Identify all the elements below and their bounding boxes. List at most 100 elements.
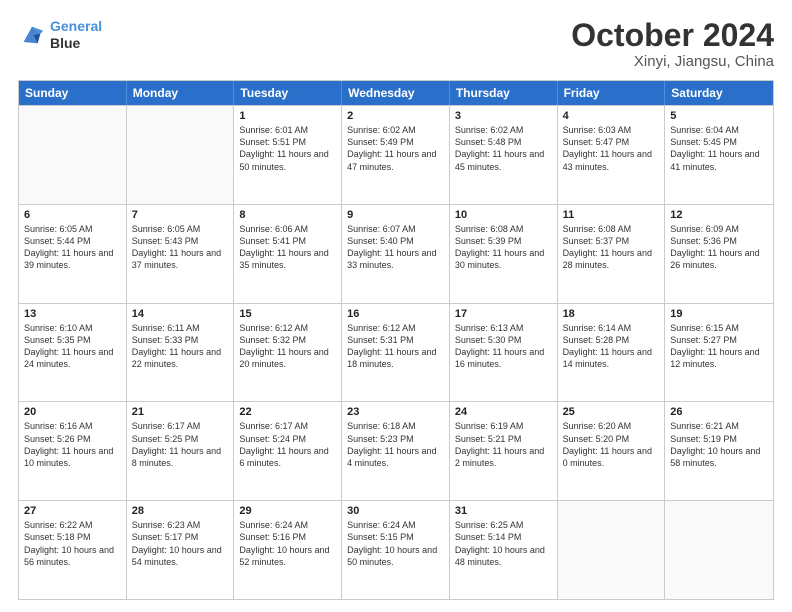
day-1: 1 Sunrise: 6:01 AM Sunset: 5:51 PM Daylig…	[234, 106, 342, 204]
day-info: Sunrise: 6:02 AM Sunset: 5:49 PM Dayligh…	[347, 124, 444, 173]
day-23: 23 Sunrise: 6:18 AM Sunset: 5:23 PM Dayli…	[342, 402, 450, 500]
day-6: 6Sunrise: 6:05 AM Sunset: 5:44 PM Daylig…	[19, 205, 127, 303]
day-info: Sunrise: 6:20 AM Sunset: 5:20 PM Dayligh…	[563, 420, 660, 469]
day-31: 31 Sunrise: 6:25 AM Sunset: 5:14 PM Dayli…	[450, 501, 558, 599]
day-27: 27 Sunrise: 6:22 AM Sunset: 5:18 PM Dayli…	[19, 501, 127, 599]
day-number: 4	[563, 110, 660, 122]
week-4: 20Sunrise: 6:16 AM Sunset: 5:26 PM Dayli…	[19, 401, 773, 500]
day-number: 29	[239, 505, 336, 517]
logo-text-line1: General	[50, 18, 102, 35]
day-29: 29 Sunrise: 6:24 AM Sunset: 5:16 PM Dayli…	[234, 501, 342, 599]
day-number: 16	[347, 308, 444, 320]
day-28: 28 Sunrise: 6:23 AM Sunset: 5:17 PM Dayli…	[127, 501, 235, 599]
day-info: Sunrise: 6:11 AM Sunset: 5:33 PM Dayligh…	[132, 322, 229, 371]
day-2: 2 Sunrise: 6:02 AM Sunset: 5:49 PM Daylig…	[342, 106, 450, 204]
empty-cell-w4-d5	[558, 501, 666, 599]
day-info: Sunrise: 6:19 AM Sunset: 5:21 PM Dayligh…	[455, 420, 552, 469]
day-info: Sunrise: 6:24 AM Sunset: 5:15 PM Dayligh…	[347, 519, 444, 568]
header-tuesday: Tuesday	[234, 81, 342, 105]
day-info: Sunrise: 6:05 AM Sunset: 5:44 PM Dayligh…	[24, 223, 121, 272]
logo: General Blue	[18, 18, 102, 52]
day-number: 15	[239, 308, 336, 320]
day-20: 20Sunrise: 6:16 AM Sunset: 5:26 PM Dayli…	[19, 402, 127, 500]
day-19: 19Sunrise: 6:15 AM Sunset: 5:27 PM Dayli…	[665, 304, 773, 402]
day-number: 26	[670, 406, 768, 418]
day-info: Sunrise: 6:07 AM Sunset: 5:40 PM Dayligh…	[347, 223, 444, 272]
calendar: Sunday Monday Tuesday Wednesday Thursday…	[18, 80, 774, 600]
day-26: 26 Sunrise: 6:21 AM Sunset: 5:19 PM Dayli…	[665, 402, 773, 500]
day-number: 27	[24, 505, 121, 517]
day-number: 19	[670, 308, 768, 320]
empty-cell-w0-d0	[19, 106, 127, 204]
day-13: 13Sunrise: 6:10 AM Sunset: 5:35 PM Dayli…	[19, 304, 127, 402]
day-18: 18Sunrise: 6:14 AM Sunset: 5:28 PM Dayli…	[558, 304, 666, 402]
header-friday: Friday	[558, 81, 666, 105]
day-number: 24	[455, 406, 552, 418]
empty-cell-w4-d6	[665, 501, 773, 599]
day-number: 28	[132, 505, 229, 517]
week-3: 13Sunrise: 6:10 AM Sunset: 5:35 PM Dayli…	[19, 303, 773, 402]
day-number: 13	[24, 308, 121, 320]
day-info: Sunrise: 6:05 AM Sunset: 5:43 PM Dayligh…	[132, 223, 229, 272]
day-info: Sunrise: 6:03 AM Sunset: 5:47 PM Dayligh…	[563, 124, 660, 173]
day-info: Sunrise: 6:01 AM Sunset: 5:51 PM Dayligh…	[239, 124, 336, 173]
header-thursday: Thursday	[450, 81, 558, 105]
day-number: 31	[455, 505, 552, 517]
day-info: Sunrise: 6:18 AM Sunset: 5:23 PM Dayligh…	[347, 420, 444, 469]
day-info: Sunrise: 6:16 AM Sunset: 5:26 PM Dayligh…	[24, 420, 121, 469]
day-info: Sunrise: 6:17 AM Sunset: 5:24 PM Dayligh…	[239, 420, 336, 469]
day-15: 15Sunrise: 6:12 AM Sunset: 5:32 PM Dayli…	[234, 304, 342, 402]
day-info: Sunrise: 6:21 AM Sunset: 5:19 PM Dayligh…	[670, 420, 768, 469]
day-number: 17	[455, 308, 552, 320]
title-block: October 2024 Xinyi, Jiangsu, China	[571, 18, 774, 70]
day-number: 14	[132, 308, 229, 320]
calendar-body: 1 Sunrise: 6:01 AM Sunset: 5:51 PM Daylig…	[19, 105, 773, 599]
day-info: Sunrise: 6:02 AM Sunset: 5:48 PM Dayligh…	[455, 124, 552, 173]
day-number: 9	[347, 209, 444, 221]
day-number: 11	[563, 209, 660, 221]
day-info: Sunrise: 6:08 AM Sunset: 5:39 PM Dayligh…	[455, 223, 552, 272]
day-24: 24 Sunrise: 6:19 AM Sunset: 5:21 PM Dayli…	[450, 402, 558, 500]
logo-icon	[18, 21, 46, 49]
day-21: 21 Sunrise: 6:17 AM Sunset: 5:25 PM Dayli…	[127, 402, 235, 500]
day-3: 3 Sunrise: 6:02 AM Sunset: 5:48 PM Daylig…	[450, 106, 558, 204]
calendar-title: October 2024	[571, 18, 774, 53]
day-number: 1	[239, 110, 336, 122]
day-16: 16 Sunrise: 6:12 AM Sunset: 5:31 PM Dayli…	[342, 304, 450, 402]
day-number: 3	[455, 110, 552, 122]
day-10: 10 Sunrise: 6:08 AM Sunset: 5:39 PM Dayli…	[450, 205, 558, 303]
day-8: 8Sunrise: 6:06 AM Sunset: 5:41 PM Daylig…	[234, 205, 342, 303]
day-info: Sunrise: 6:24 AM Sunset: 5:16 PM Dayligh…	[239, 519, 336, 568]
empty-cell-w0-d1	[127, 106, 235, 204]
week-2: 6Sunrise: 6:05 AM Sunset: 5:44 PM Daylig…	[19, 204, 773, 303]
day-info: Sunrise: 6:22 AM Sunset: 5:18 PM Dayligh…	[24, 519, 121, 568]
day-22: 22Sunrise: 6:17 AM Sunset: 5:24 PM Dayli…	[234, 402, 342, 500]
day-25: 25Sunrise: 6:20 AM Sunset: 5:20 PM Dayli…	[558, 402, 666, 500]
day-info: Sunrise: 6:09 AM Sunset: 5:36 PM Dayligh…	[670, 223, 768, 272]
day-info: Sunrise: 6:25 AM Sunset: 5:14 PM Dayligh…	[455, 519, 552, 568]
day-number: 10	[455, 209, 552, 221]
day-info: Sunrise: 6:14 AM Sunset: 5:28 PM Dayligh…	[563, 322, 660, 371]
day-30: 30 Sunrise: 6:24 AM Sunset: 5:15 PM Dayli…	[342, 501, 450, 599]
day-7: 7 Sunrise: 6:05 AM Sunset: 5:43 PM Daylig…	[127, 205, 235, 303]
day-info: Sunrise: 6:23 AM Sunset: 5:17 PM Dayligh…	[132, 519, 229, 568]
day-17: 17Sunrise: 6:13 AM Sunset: 5:30 PM Dayli…	[450, 304, 558, 402]
day-12: 12 Sunrise: 6:09 AM Sunset: 5:36 PM Dayli…	[665, 205, 773, 303]
day-info: Sunrise: 6:04 AM Sunset: 5:45 PM Dayligh…	[670, 124, 768, 173]
header-monday: Monday	[127, 81, 235, 105]
day-number: 30	[347, 505, 444, 517]
day-info: Sunrise: 6:12 AM Sunset: 5:31 PM Dayligh…	[347, 322, 444, 371]
header: General Blue October 2024 Xinyi, Jiangsu…	[18, 18, 774, 70]
day-number: 12	[670, 209, 768, 221]
calendar-header: Sunday Monday Tuesday Wednesday Thursday…	[19, 81, 773, 105]
calendar-location: Xinyi, Jiangsu, China	[571, 53, 774, 70]
day-number: 2	[347, 110, 444, 122]
day-info: Sunrise: 6:17 AM Sunset: 5:25 PM Dayligh…	[132, 420, 229, 469]
day-number: 21	[132, 406, 229, 418]
week-1: 1 Sunrise: 6:01 AM Sunset: 5:51 PM Daylig…	[19, 105, 773, 204]
header-sunday: Sunday	[19, 81, 127, 105]
day-number: 7	[132, 209, 229, 221]
logo-text-line2: Blue	[50, 35, 102, 52]
day-info: Sunrise: 6:08 AM Sunset: 5:37 PM Dayligh…	[563, 223, 660, 272]
day-number: 23	[347, 406, 444, 418]
